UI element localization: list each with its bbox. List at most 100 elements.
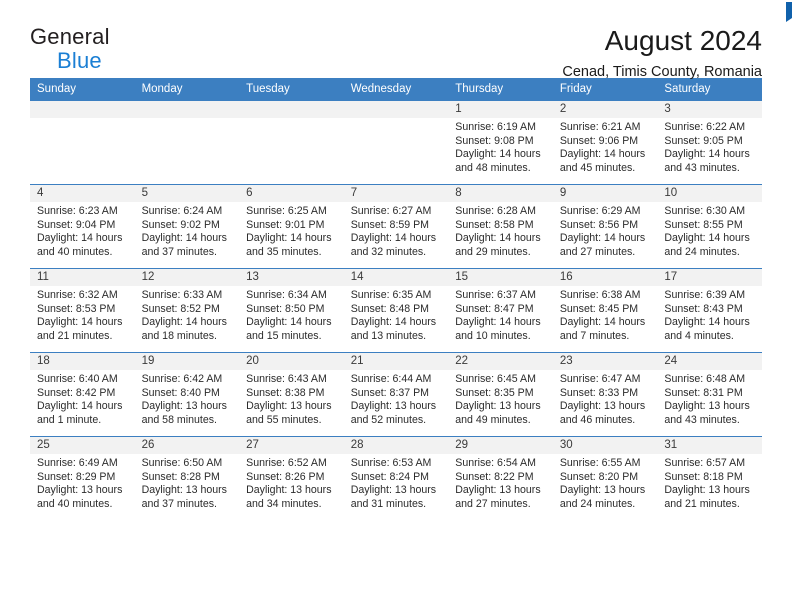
calendar-day-cell[interactable]: 9 Sunrise: 6:29 AM Sunset: 8:56 PM Daylight…	[552, 184, 658, 269]
day-number	[343, 101, 449, 118]
daylight-duration-line2: and 27 minutes.	[455, 497, 531, 510]
calendar-day-cell[interactable]: 19 Sunrise: 6:42 AM Sunset: 8:40 PM Dayligh…	[134, 352, 240, 437]
daylight-duration-line1: Daylight: 13 hours	[141, 400, 227, 412]
day-number: 12	[134, 269, 240, 286]
calendar-day-cell[interactable]: 18 Sunrise: 6:40 AM Sunset: 8:42 PM Dayligh…	[30, 352, 135, 437]
daylight-duration-line2: and 58 minutes.	[141, 413, 217, 426]
weekday-header-thursday: Thursday	[448, 78, 553, 101]
daylight-duration-line2: and 52 minutes.	[350, 413, 427, 426]
sunset-time: Sunset: 8:45 PM	[559, 302, 639, 315]
day-number: 9	[552, 185, 658, 202]
daylight-duration-line2: and 4 minutes.	[664, 329, 734, 342]
day-number	[239, 101, 344, 118]
calendar-day-cell[interactable]: 3 Sunrise: 6:22 AM Sunset: 9:05 PM Daylight…	[657, 101, 762, 185]
calendar-day-cell[interactable]	[134, 101, 240, 185]
sunrise-time: Sunrise: 6:27 AM	[350, 205, 432, 217]
calendar-body: 1 Sunrise: 6:19 AM Sunset: 9:08 PM Daylight…	[30, 101, 762, 520]
daylight-duration-line2: and 40 minutes.	[37, 245, 113, 258]
day-number: 22	[448, 353, 553, 370]
day-cell: 19 Sunrise: 6:42 AM Sunset: 8:40 PM Dayligh…	[134, 353, 240, 436]
daylight-duration-line1: Daylight: 13 hours	[559, 484, 646, 496]
general-blue-logo[interactable]: General Blue	[30, 2, 792, 72]
day-number: 15	[448, 269, 553, 286]
calendar-day-cell[interactable]	[343, 101, 449, 185]
sunrise-time: Sunrise: 6:25 AM	[246, 205, 327, 217]
calendar-day-cell[interactable]: 28 Sunrise: 6:53 AM Sunset: 8:24 PM Dayligh…	[343, 436, 449, 520]
calendar-day-cell[interactable]: 12 Sunrise: 6:33 AM Sunset: 8:52 PM Dayligh…	[134, 268, 240, 353]
day-details: Sunrise: 6:40 AM Sunset: 8:42 PM Daylight:…	[30, 370, 135, 427]
calendar-day-cell[interactable]: 6 Sunrise: 6:25 AM Sunset: 9:01 PM Daylight…	[239, 184, 344, 269]
calendar-day-cell[interactable]: 10 Sunrise: 6:30 AM Sunset: 8:55 PM Dayligh…	[657, 184, 762, 269]
calendar-day-cell[interactable]: 8 Sunrise: 6:28 AM Sunset: 8:58 PM Daylight…	[448, 184, 553, 269]
calendar-day-cell[interactable]: 4 Sunrise: 6:23 AM Sunset: 9:04 PM Daylight…	[30, 184, 135, 269]
calendar-day-cell[interactable]: 15 Sunrise: 6:37 AM Sunset: 8:47 PM Dayligh…	[448, 268, 553, 353]
empty-day-cell	[239, 101, 344, 184]
calendar-day-cell[interactable]: 22 Sunrise: 6:45 AM Sunset: 8:35 PM Dayligh…	[448, 352, 553, 437]
daylight-duration-line2: and 27 minutes.	[559, 245, 636, 258]
day-details: Sunrise: 6:32 AM Sunset: 8:53 PM Daylight:…	[30, 286, 135, 343]
calendar-day-cell[interactable]: 13 Sunrise: 6:34 AM Sunset: 8:50 PM Dayligh…	[239, 268, 344, 353]
daylight-duration-line1: Daylight: 14 hours	[559, 148, 646, 160]
calendar-day-cell[interactable]: 25 Sunrise: 6:49 AM Sunset: 8:29 PM Dayligh…	[30, 436, 135, 520]
calendar-day-cell[interactable]: 24 Sunrise: 6:48 AM Sunset: 8:31 PM Dayligh…	[657, 352, 762, 437]
sunset-time: Sunset: 8:59 PM	[350, 218, 430, 231]
calendar-day-cell[interactable]: 14 Sunrise: 6:35 AM Sunset: 8:48 PM Dayligh…	[343, 268, 449, 353]
day-number: 24	[657, 353, 762, 370]
calendar-day-cell[interactable]: 31 Sunrise: 6:57 AM Sunset: 8:18 PM Dayligh…	[657, 436, 762, 520]
sunrise-time: Sunrise: 6:43 AM	[246, 373, 327, 385]
sunset-time: Sunset: 8:22 PM	[455, 470, 534, 483]
daylight-duration-line1: Daylight: 14 hours	[350, 316, 437, 328]
weekday-header-tuesday: Tuesday	[239, 78, 344, 101]
daylight-duration-line1: Daylight: 14 hours	[664, 316, 750, 328]
page-title: August 2024	[604, 25, 762, 56]
sunrise-time: Sunrise: 6:42 AM	[141, 373, 223, 385]
page-header: General Blue August 2024 Cenad, Timis Co…	[30, 0, 792, 80]
daylight-duration-line1: Daylight: 14 hours	[664, 148, 750, 160]
sunrise-time: Sunrise: 6:48 AM	[664, 373, 746, 385]
daylight-duration-line1: Daylight: 13 hours	[37, 484, 123, 496]
calendar-day-cell[interactable]	[239, 101, 344, 185]
calendar-day-cell[interactable]: 16 Sunrise: 6:38 AM Sunset: 8:45 PM Dayligh…	[552, 268, 658, 353]
sunrise-time: Sunrise: 6:24 AM	[141, 205, 223, 217]
sunrise-time: Sunrise: 6:45 AM	[455, 373, 536, 385]
sunset-time: Sunset: 8:50 PM	[246, 302, 325, 315]
daylight-duration-line2: and 24 minutes.	[559, 497, 636, 510]
calendar-day-cell[interactable]: 2 Sunrise: 6:21 AM Sunset: 9:06 PM Daylight…	[552, 101, 658, 185]
daylight-duration-line1: Daylight: 14 hours	[141, 232, 227, 244]
sunset-time: Sunset: 8:28 PM	[141, 470, 220, 483]
calendar-day-cell[interactable]: 27 Sunrise: 6:52 AM Sunset: 8:26 PM Dayligh…	[239, 436, 344, 520]
day-cell: 1 Sunrise: 6:19 AM Sunset: 9:08 PM Daylight…	[448, 101, 553, 184]
calendar-day-cell[interactable]: 26 Sunrise: 6:50 AM Sunset: 8:28 PM Dayligh…	[134, 436, 240, 520]
calendar-day-cell[interactable]: 21 Sunrise: 6:44 AM Sunset: 8:37 PM Dayligh…	[343, 352, 449, 437]
calendar-day-cell[interactable]: 7 Sunrise: 6:27 AM Sunset: 8:59 PM Daylight…	[343, 184, 449, 269]
calendar-day-cell[interactable]	[30, 101, 135, 185]
calendar-day-cell[interactable]: 17 Sunrise: 6:39 AM Sunset: 8:43 PM Dayligh…	[657, 268, 762, 353]
calendar-week-row: 11 Sunrise: 6:32 AM Sunset: 8:53 PM Dayligh…	[30, 268, 762, 353]
empty-day-cell	[134, 101, 240, 184]
day-number: 16	[552, 269, 658, 286]
sunset-time: Sunset: 8:42 PM	[37, 386, 116, 399]
day-details: Sunrise: 6:25 AM Sunset: 9:01 PM Daylight:…	[239, 202, 344, 259]
day-cell: 9 Sunrise: 6:29 AM Sunset: 8:56 PM Daylight…	[552, 185, 658, 268]
sunset-time: Sunset: 9:08 PM	[455, 134, 534, 147]
calendar-day-cell[interactable]: 23 Sunrise: 6:47 AM Sunset: 8:33 PM Dayligh…	[552, 352, 658, 437]
day-number: 18	[30, 353, 135, 370]
day-details: Sunrise: 6:28 AM Sunset: 8:58 PM Daylight:…	[448, 202, 553, 259]
calendar-day-cell[interactable]: 11 Sunrise: 6:32 AM Sunset: 8:53 PM Dayligh…	[30, 268, 135, 353]
calendar-day-cell[interactable]: 20 Sunrise: 6:43 AM Sunset: 8:38 PM Dayligh…	[239, 352, 344, 437]
day-details: Sunrise: 6:43 AM Sunset: 8:38 PM Daylight:…	[239, 370, 344, 427]
calendar-day-cell[interactable]: 29 Sunrise: 6:54 AM Sunset: 8:22 PM Dayligh…	[448, 436, 553, 520]
calendar-day-cell[interactable]: 30 Sunrise: 6:55 AM Sunset: 8:20 PM Dayligh…	[552, 436, 658, 520]
calendar-day-cell[interactable]: 1 Sunrise: 6:19 AM Sunset: 9:08 PM Daylight…	[448, 101, 553, 185]
daylight-duration-line2: and 45 minutes.	[559, 161, 636, 174]
day-number: 19	[134, 353, 240, 370]
day-details: Sunrise: 6:22 AM Sunset: 9:05 PM Daylight:…	[657, 118, 762, 175]
calendar-day-cell[interactable]: 5 Sunrise: 6:24 AM Sunset: 9:02 PM Daylight…	[134, 184, 240, 269]
daylight-duration-line2: and 37 minutes.	[141, 497, 217, 510]
day-cell: 16 Sunrise: 6:38 AM Sunset: 8:45 PM Dayligh…	[552, 269, 658, 352]
day-number: 2	[552, 101, 658, 118]
day-details: Sunrise: 6:55 AM Sunset: 8:20 PM Daylight:…	[553, 454, 658, 511]
day-details: Sunrise: 6:49 AM Sunset: 8:29 PM Daylight:…	[30, 454, 135, 511]
sunrise-time: Sunrise: 6:19 AM	[455, 121, 536, 133]
day-details: Sunrise: 6:19 AM Sunset: 9:08 PM Daylight:…	[448, 118, 553, 175]
